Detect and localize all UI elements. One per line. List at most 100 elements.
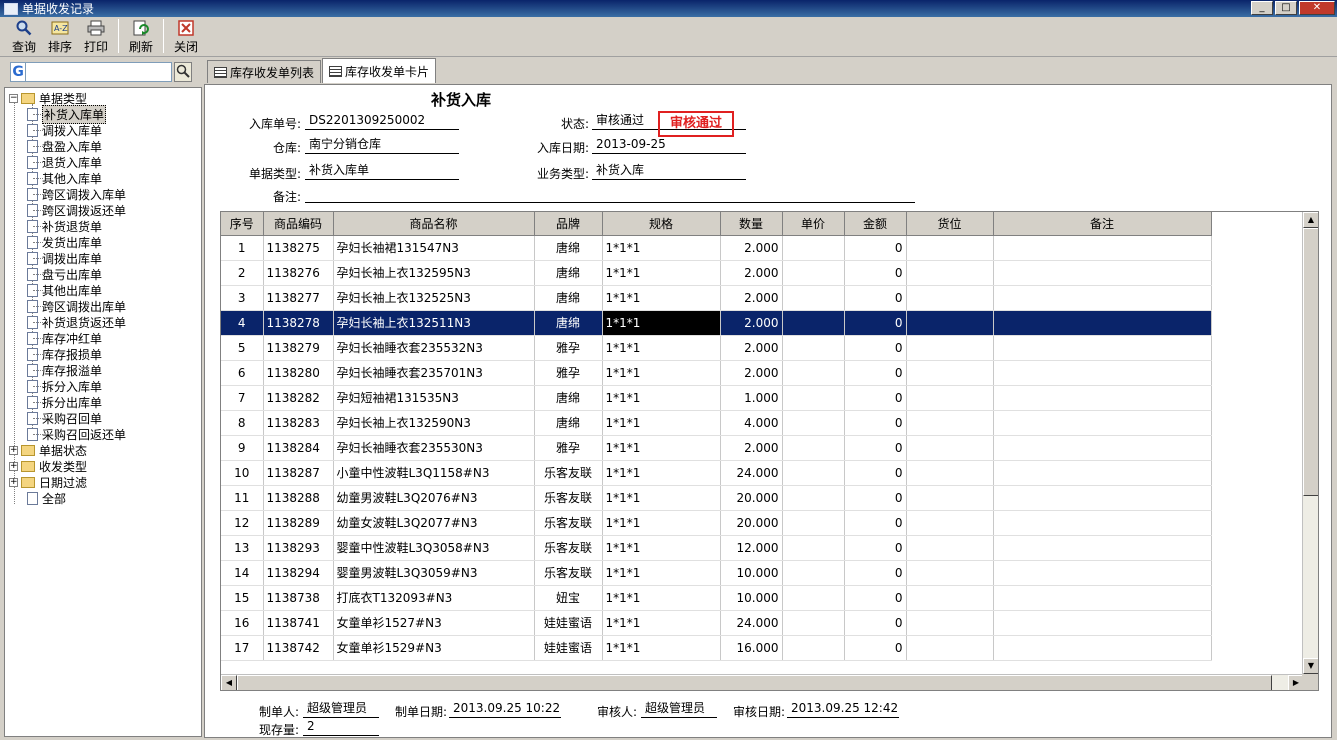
cell-no[interactable]: 2 — [221, 260, 264, 286]
cell-code[interactable]: 1138741 — [263, 610, 334, 636]
cell-brand[interactable]: 乐客友联 — [534, 560, 603, 586]
cell-price[interactable] — [782, 535, 845, 561]
cell-note[interactable] — [993, 610, 1212, 636]
cell-note[interactable] — [993, 410, 1212, 436]
table-row[interactable]: 1 1138275 孕妇长袖裙131547N3 唐绵 1*1*1 2.000 0 — [221, 235, 1212, 261]
cell-qty[interactable]: 2.000 — [720, 260, 783, 286]
cell-spec[interactable]: 1*1*1 — [602, 460, 721, 486]
cell-brand[interactable]: 唐绵 — [534, 410, 603, 436]
in-date-field[interactable]: 2013-09-25 — [592, 137, 746, 154]
cell-name[interactable]: 婴童中性波鞋L3Q3058#N3 — [333, 535, 535, 561]
cell-price[interactable] — [782, 485, 845, 511]
cell-code[interactable]: 1138280 — [263, 360, 334, 386]
cell-name[interactable]: 小童中性波鞋L3Q1158#N3 — [333, 460, 535, 486]
cell-spec[interactable]: 1*1*1 — [602, 360, 721, 386]
cell-name[interactable]: 孕妇长袖裙131547N3 — [333, 235, 535, 261]
print-button[interactable]: 打印 — [78, 17, 114, 55]
warehouse-field[interactable]: 南宁分销仓库 — [305, 137, 459, 154]
cell-amount[interactable]: 0 — [844, 385, 907, 411]
cell-spec[interactable]: 1*1*1 — [602, 435, 721, 461]
cell-qty[interactable]: 2.000 — [720, 335, 783, 361]
expand-icon[interactable]: + — [9, 445, 18, 455]
cell-brand[interactable]: 唐绵 — [534, 260, 603, 286]
cell-code[interactable]: 1138276 — [263, 260, 334, 286]
cell-no[interactable]: 3 — [221, 285, 264, 311]
cell-amount[interactable]: 0 — [844, 310, 907, 336]
sort-button[interactable]: A-Z 排序 — [42, 17, 78, 55]
tree-node-io-type[interactable]: + 收发类型 — [9, 458, 87, 474]
cell-brand[interactable]: 唐绵 — [534, 385, 603, 411]
cell-loc[interactable] — [906, 385, 994, 411]
cell-name[interactable]: 孕妇长袖睡衣套235701N3 — [333, 360, 535, 386]
cell-note[interactable] — [993, 485, 1212, 511]
cell-code[interactable]: 1138282 — [263, 385, 334, 411]
cell-brand[interactable]: 唐绵 — [534, 285, 603, 311]
cell-brand[interactable]: 雅孕 — [534, 435, 603, 461]
cell-loc[interactable] — [906, 585, 994, 611]
cell-spec[interactable]: 1*1*1 — [602, 535, 721, 561]
cell-qty[interactable]: 24.000 — [720, 460, 783, 486]
cell-amount[interactable]: 0 — [844, 510, 907, 536]
cell-qty[interactable]: 2.000 — [720, 310, 783, 336]
cell-spec[interactable]: 1*1*1 — [602, 335, 721, 361]
col-header-qty[interactable]: 数量 — [720, 212, 783, 236]
scroll-thumb[interactable] — [1303, 228, 1318, 496]
cell-loc[interactable] — [906, 335, 994, 361]
cell-amount[interactable]: 0 — [844, 235, 907, 261]
expand-icon[interactable]: + — [9, 461, 18, 471]
table-row[interactable]: 12 1138289 幼童女波鞋L3Q2077#N3 乐客友联 1*1*1 20.000 0 — [221, 510, 1212, 536]
cell-price[interactable] — [782, 335, 845, 361]
cell-loc[interactable] — [906, 635, 994, 661]
cell-note[interactable] — [993, 310, 1212, 336]
grid-vertical-scrollbar[interactable]: ▲ ▼ — [1302, 212, 1318, 674]
expand-icon[interactable]: + — [9, 477, 18, 487]
cell-qty[interactable]: 2.000 — [720, 235, 783, 261]
cell-spec[interactable]: 1*1*1 — [602, 260, 721, 286]
cell-no[interactable]: 8 — [221, 410, 264, 436]
cell-note[interactable] — [993, 535, 1212, 561]
table-row[interactable]: 6 1138280 孕妇长袖睡衣套235701N3 雅孕 1*1*1 2.000 0 — [221, 360, 1212, 386]
cell-brand[interactable]: 妞宝 — [534, 585, 603, 611]
cell-note[interactable] — [993, 435, 1212, 461]
cell-loc[interactable] — [906, 535, 994, 561]
cell-no[interactable]: 9 — [221, 435, 264, 461]
cell-price[interactable] — [782, 460, 845, 486]
cell-no[interactable]: 4 — [221, 310, 264, 336]
table-row[interactable]: 11 1138288 幼童男波鞋L3Q2076#N3 乐客友联 1*1*1 20.000 0 — [221, 485, 1212, 511]
cell-note[interactable] — [993, 510, 1212, 536]
table-row[interactable]: 10 1138287 小童中性波鞋L3Q1158#N3 乐客友联 1*1*1 24.000… — [221, 460, 1212, 486]
cell-price[interactable] — [782, 435, 845, 461]
table-row[interactable]: 16 1138741 女童单衫1527#N3 娃娃蜜语 1*1*1 24.000 0 — [221, 610, 1212, 636]
cell-no[interactable]: 17 — [221, 635, 264, 661]
cell-amount[interactable]: 0 — [844, 285, 907, 311]
cell-price[interactable] — [782, 235, 845, 261]
cell-name[interactable]: 孕妇长袖上衣132595N3 — [333, 260, 535, 286]
cell-qty[interactable]: 4.000 — [720, 410, 783, 436]
close-button[interactable]: 关闭 — [168, 17, 204, 55]
cell-amount[interactable]: 0 — [844, 410, 907, 436]
cell-no[interactable]: 12 — [221, 510, 264, 536]
cell-spec[interactable]: 1*1*1 — [602, 635, 721, 661]
cell-no[interactable]: 16 — [221, 610, 264, 636]
cell-name[interactable]: 幼童女波鞋L3Q2077#N3 — [333, 510, 535, 536]
table-row[interactable]: 13 1138293 婴童中性波鞋L3Q3058#N3 乐客友联 1*1*1 12.000… — [221, 535, 1212, 561]
col-header-price[interactable]: 单价 — [782, 212, 845, 236]
cell-no[interactable]: 13 — [221, 535, 264, 561]
cell-no[interactable]: 7 — [221, 385, 264, 411]
cell-loc[interactable] — [906, 310, 994, 336]
tab-card[interactable]: 库存收发单卡片 — [322, 58, 437, 83]
cell-note[interactable] — [993, 585, 1212, 611]
cell-price[interactable] — [782, 510, 845, 536]
cell-brand[interactable]: 唐绵 — [534, 235, 603, 261]
cell-price[interactable] — [782, 560, 845, 586]
cell-name[interactable]: 女童单衫1527#N3 — [333, 610, 535, 636]
cell-price[interactable] — [782, 260, 845, 286]
cell-qty[interactable]: 2.000 — [720, 435, 783, 461]
cell-name[interactable]: 女童单衫1529#N3 — [333, 635, 535, 661]
cell-code[interactable]: 1138742 — [263, 635, 334, 661]
cell-spec[interactable]: 1*1*1 — [602, 610, 721, 636]
cell-amount[interactable]: 0 — [844, 360, 907, 386]
maximize-button[interactable]: □ — [1275, 1, 1297, 15]
cell-spec[interactable]: 1*1*1 — [602, 585, 721, 611]
cell-name[interactable]: 孕妇长袖上衣132590N3 — [333, 410, 535, 436]
